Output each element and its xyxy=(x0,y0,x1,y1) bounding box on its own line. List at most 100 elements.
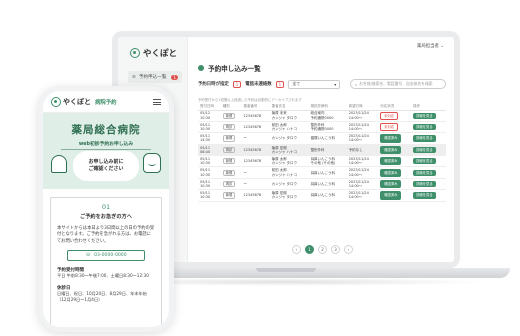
filter-bar: 予約日時が指定 1 電話未連絡数 1 全て ▾ ⌕ お名前/検索名、電話番号、自… xyxy=(198,79,446,89)
cell-dept: 耳鼻いんこう科 xyxy=(308,166,347,179)
filter-unconfirmed-count[interactable]: 1 xyxy=(275,80,285,88)
cell-date-time: 10:30 xyxy=(200,184,211,189)
wish-time: 14:00〜 xyxy=(348,161,363,166)
mobile-header: やくぽと 病院予約 xyxy=(43,91,169,113)
cell-action: 詳細を見る xyxy=(411,144,446,157)
cell-type: 再診 xyxy=(220,144,242,157)
patient-name: カンジャ タロウ xyxy=(271,181,298,186)
cell-id: ー xyxy=(241,132,270,145)
type-tag: 新規 xyxy=(222,112,236,119)
mobile-hero: 薬局総合病院 web初診予約お申し込み お申し込み前に ご確認ください xyxy=(43,113,169,189)
search-input[interactable]: ⌕ お名前/検索名、電話番号、自治体名を検索 xyxy=(350,79,446,89)
cell-id: 12345678 xyxy=(241,121,270,134)
cell-wish: 2023/11/24 14:00〜 xyxy=(346,178,379,191)
patient-kana: カンジャ タロウ xyxy=(271,161,298,166)
table-row[interactable]: 05/11 10:30 新規ー前田 太郎 カンジャ ハナコ 耳鼻いんこう科 2023/11… xyxy=(198,166,446,179)
cell-action: 詳細を見る xyxy=(411,110,446,122)
chevron-down-icon: ▾ xyxy=(334,81,337,87)
cell-date-time: 14:30 xyxy=(200,138,211,143)
page-title: 予約申し込み一覧 xyxy=(198,63,261,73)
table-row[interactable]: 05/11 10:30 新規 12345678 篠原 太郎 カンジャ タロウ 耳鼻いんこう科… xyxy=(198,155,446,168)
filter-unconfirmed-label: 電話未連絡数 xyxy=(245,82,272,87)
bubble-line-1: お申し込み前に xyxy=(88,159,124,165)
table-row[interactable]: 05/11 10:30 再診 12345678 前田 太郎 カンジャ ハナコ 整形外科 予約通… xyxy=(198,121,446,134)
col-header: 受付日時 xyxy=(198,103,221,111)
detail-button[interactable]: 詳細を見る xyxy=(413,180,436,188)
status-badge[interactable]: 確認済み xyxy=(380,157,402,166)
user-menu[interactable]: 薬局担当者 ⌄ xyxy=(417,43,444,49)
status-badge[interactable]: 確認済み xyxy=(380,191,402,200)
cell-date-time: 10:30 xyxy=(200,195,211,200)
detail-button[interactable]: 詳細を見る xyxy=(413,123,436,131)
search-icon: ⌕ xyxy=(355,81,358,87)
col-header: 検診診療科 xyxy=(308,103,347,111)
table-row[interactable]: 05/11 08:40 再診 12345678 篠原 宏樹 カンジャ ハナコ 整形外科 予約な… xyxy=(198,144,446,157)
cell-name: 篠原 宏樹 カンジャ タロウ xyxy=(269,189,309,202)
cell-date: 05/11 08:40 xyxy=(198,144,221,157)
detail-button[interactable]: 詳細を見る xyxy=(413,112,436,119)
type-tag: 再診 xyxy=(222,123,236,131)
detail-button[interactable]: 詳細を見る xyxy=(413,135,436,142)
mobile-logo[interactable]: やくぽと 病院予約 xyxy=(51,96,117,107)
patient-name: カンジャ タロウ xyxy=(271,136,298,141)
detail-button[interactable]: 詳細を見る xyxy=(413,169,436,176)
page-button[interactable]: 3 xyxy=(331,245,340,254)
cell-status: 確認済み xyxy=(378,178,412,191)
status-badge[interactable]: 未対応 xyxy=(380,122,399,132)
composition: やくぽと ≡ 予約申込一覧 1 薬局担当者 ⌄ 予約申し込み一覧 予約日時が指定… xyxy=(0,0,520,336)
table-row[interactable]: 05/11 10:30 新規 12345678 篠原 宏樹 カンジャ タロウ 耳鼻いんこう科… xyxy=(198,189,446,202)
status-badge[interactable]: 未対応 xyxy=(380,111,399,120)
page-button[interactable]: ‹ xyxy=(292,245,301,254)
cell-wish: 2023/11/24 14:00〜 xyxy=(346,155,379,168)
page-button[interactable]: 2 xyxy=(318,245,327,254)
table-row[interactable]: 05/11 14:30 新規ーカンジャ タロウ 循環いんこう科 2023/11/24 14… xyxy=(198,132,446,145)
col-header: 患者番号 xyxy=(241,103,270,111)
type-tag: 新規 xyxy=(222,158,236,165)
col-header: 種別 xyxy=(220,103,242,111)
hero-subtitle: web初診予約お申し込み xyxy=(78,142,134,147)
table-header-row: 受付日時 種別 患者番号 患者氏名 検診診療科 希望日時 対応状況 操作 xyxy=(198,103,446,111)
cell-name: 篠原 未来 カンジャ タロウ xyxy=(269,110,309,122)
table-row[interactable]: 05/11 10:30 再診ーカンジャ タロウ 耳鼻いんこう科 2023/11/24 14… xyxy=(198,178,446,191)
info-card: 01 ご予約をお急ぎの方へ 本サイトからは本日より3日間以上の日の予約の受付とな… xyxy=(50,197,162,327)
detail-button[interactable]: 詳細を見る xyxy=(413,158,436,165)
detail-button[interactable]: 詳細を見る xyxy=(413,146,436,153)
cell-status: 確認済み xyxy=(378,144,412,157)
reservation-table: 受付日時 種別 患者番号 患者氏名 検診診療科 希望日時 対応状況 操作 05/… xyxy=(198,103,446,202)
cell-dept: 整形外科 予約通院0000 xyxy=(308,121,347,134)
hamburger-menu-icon[interactable] xyxy=(153,98,161,105)
sidebar-item-reservations[interactable]: ≡ 予約申込一覧 1 xyxy=(128,71,182,83)
step-number: 01 xyxy=(101,203,111,211)
cell-date-time: 10:30 xyxy=(200,172,211,177)
page-button[interactable]: 1 xyxy=(305,245,314,254)
hero-divider xyxy=(61,149,151,150)
page-button[interactable]: › xyxy=(344,245,353,254)
status-badge[interactable]: 確認済み xyxy=(380,168,402,177)
dept-name: 耳鼻いんこう科 xyxy=(310,181,336,186)
patient-kana: カンジャ ハナコ xyxy=(271,172,298,177)
cell-date-time: 10:30 xyxy=(200,161,211,166)
detail-button[interactable]: 詳細を見る xyxy=(413,192,436,199)
cell-wish: 2023/11/24 14:00〜 xyxy=(346,166,379,179)
sort-select[interactable]: 全て ▾ xyxy=(288,79,341,89)
table-row[interactable]: 05/12 10:30 新規 12345678 篠原 未来 カンジャ タロウ 総合案内 予約通… xyxy=(198,110,446,122)
status-badge[interactable]: 確認済み xyxy=(380,145,402,154)
laptop-notch xyxy=(256,268,316,272)
cell-action: 詳細を見る xyxy=(411,166,446,179)
phone: やくぽと 病院予約 薬局総合病院 web初診予約お申し込み お申し込み前に ご確… xyxy=(38,86,174,332)
cell-wish: 2023/11/24 14:00〜 xyxy=(346,110,379,122)
sidebar-logo[interactable]: やくぽと xyxy=(118,37,187,59)
dept-name: 循環いんこう科 xyxy=(310,136,336,141)
filter-status-count[interactable]: 1 xyxy=(232,80,242,88)
status-badge[interactable]: 確認済み xyxy=(380,179,402,189)
dept-sub: その他 (その他) xyxy=(310,161,336,166)
call-button[interactable]: ☏ 03-0000-0000 xyxy=(67,250,145,262)
hospital-name: 薬局総合病院 xyxy=(71,124,141,136)
cell-type: 再診 xyxy=(220,178,242,191)
col-header: 患者氏名 xyxy=(269,103,309,111)
cell-dept: 整形外科 xyxy=(308,144,347,157)
cell-id: 12345678 xyxy=(241,144,270,157)
wish-time: 14:00〜 xyxy=(348,172,363,177)
cell-date-time: 10:30 xyxy=(200,115,211,120)
status-badge[interactable]: 確認済み xyxy=(380,134,402,143)
